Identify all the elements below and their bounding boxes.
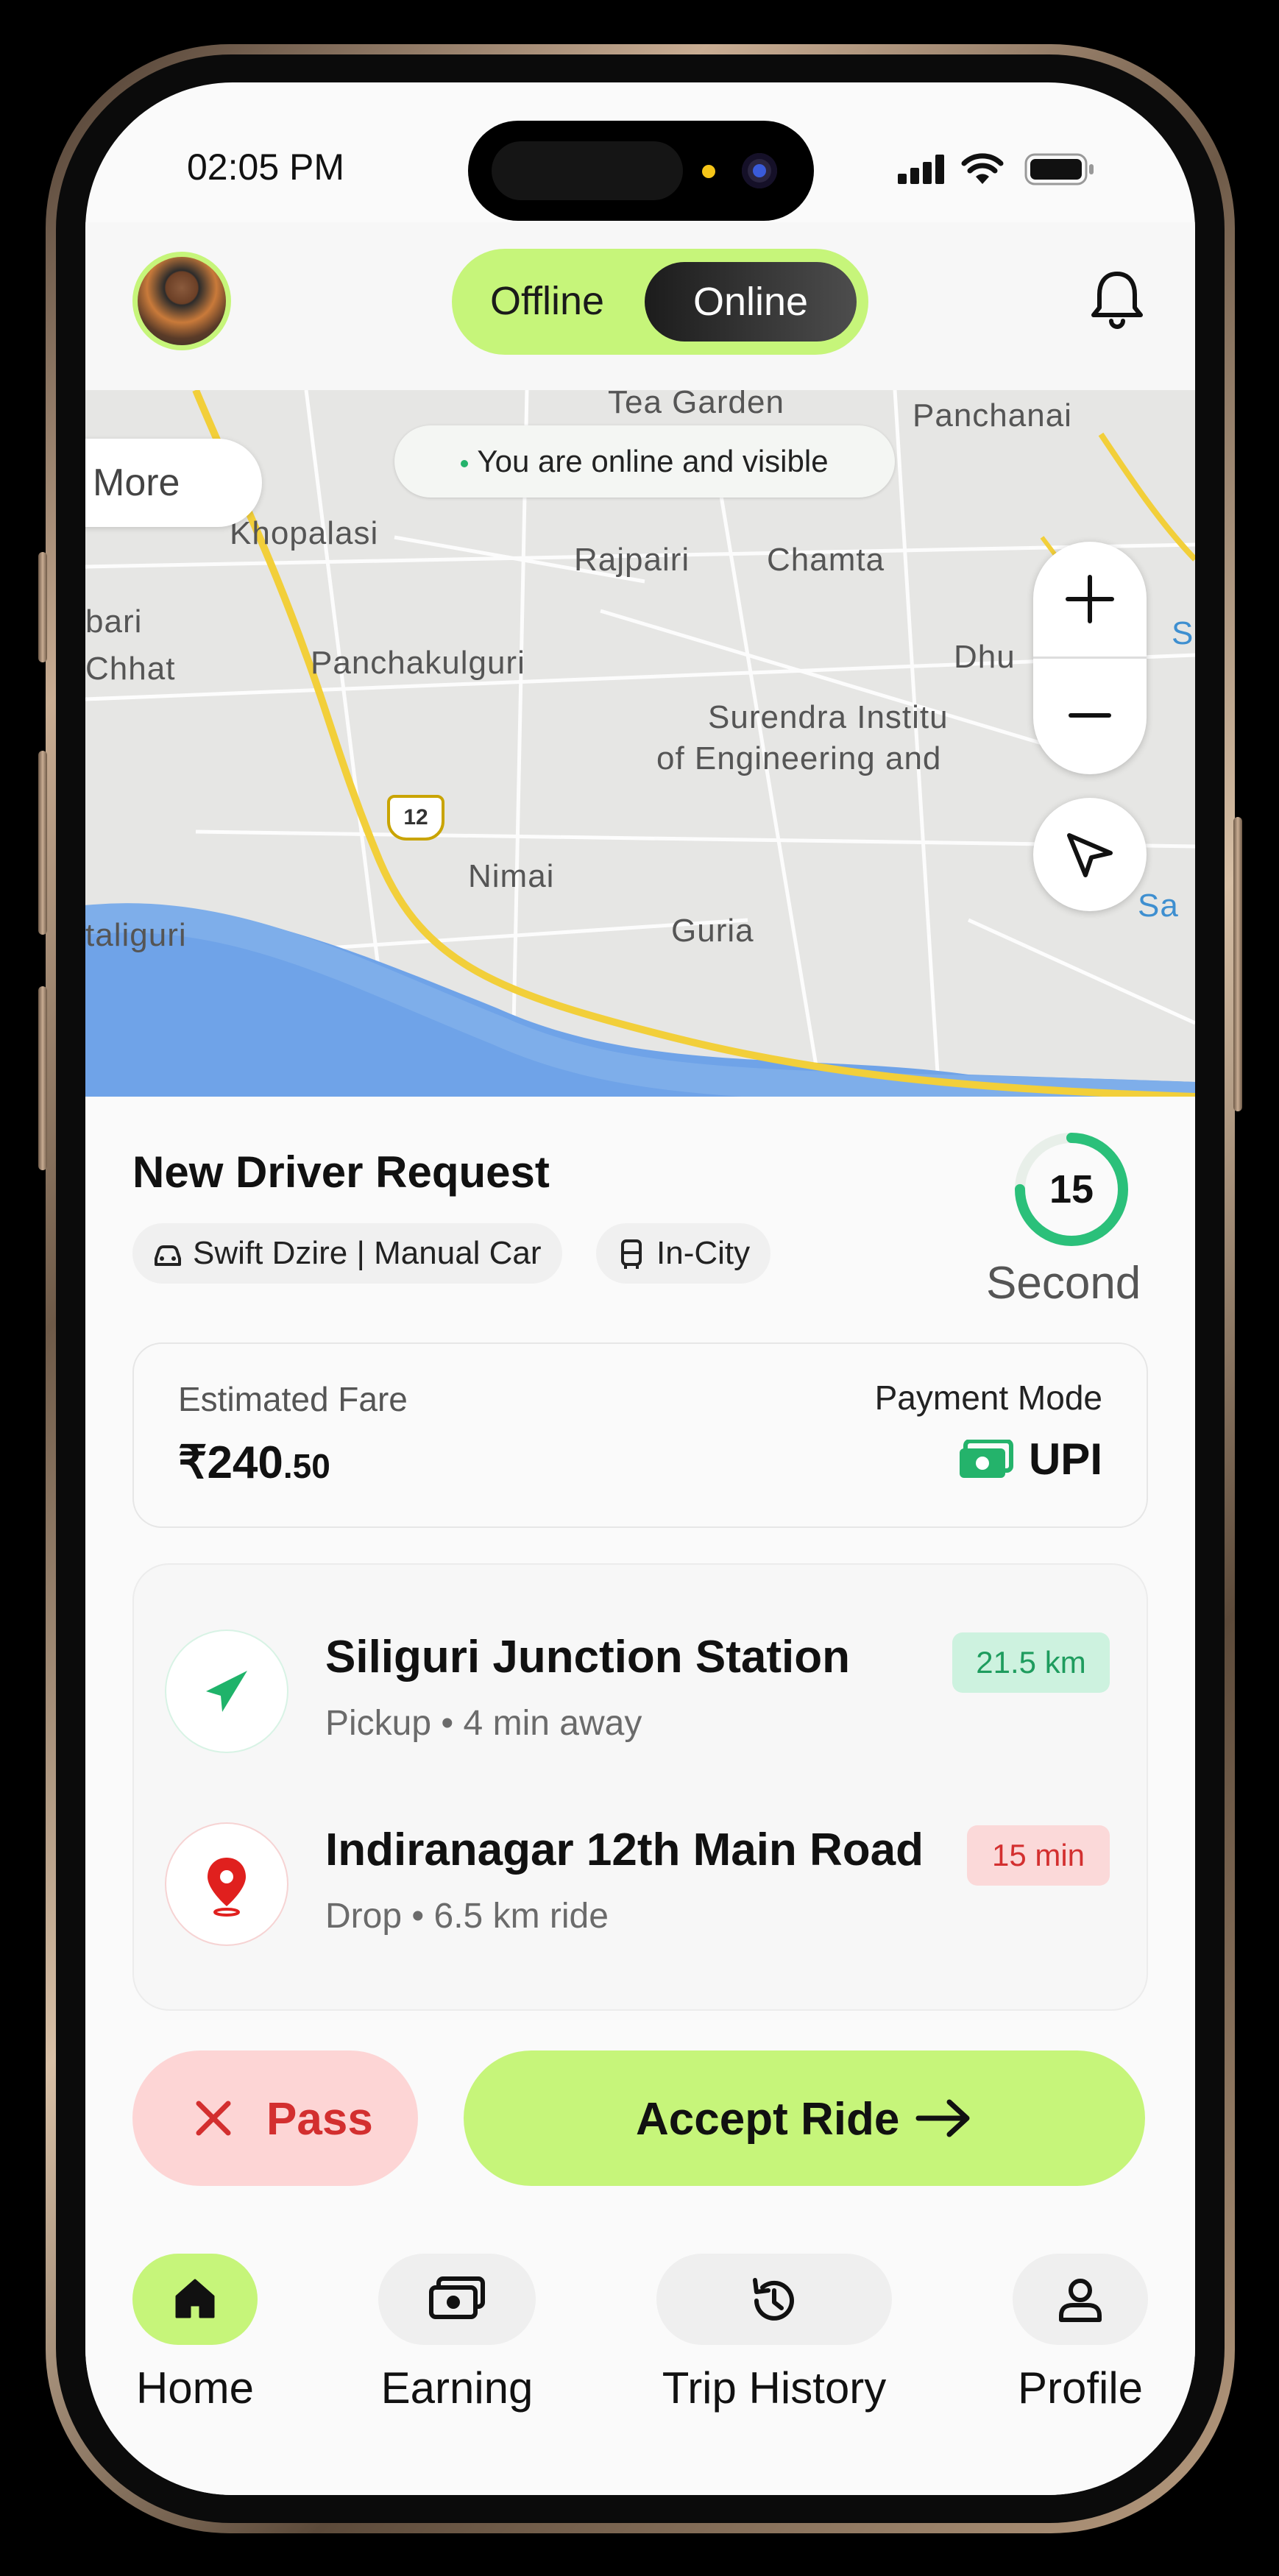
nav-label-profile[interactable]: Profile — [992, 2363, 1169, 2413]
map-label: Rajpairi — [574, 542, 690, 578]
signal-icon — [898, 155, 946, 184]
wifi-icon — [961, 153, 1004, 184]
side-button — [38, 751, 47, 935]
highway-shield: 12 — [387, 795, 444, 841]
map-label: Dhu — [954, 639, 1016, 675]
dynamic-island — [468, 121, 814, 221]
cash-icon — [960, 1440, 1013, 1478]
nav-item-profile[interactable] — [1013, 2254, 1148, 2345]
zoom-divider — [1033, 657, 1147, 659]
map-label: Chamta — [767, 542, 885, 578]
online-dot — [461, 459, 469, 467]
drop-pin-icon — [208, 1858, 246, 1917]
status-time: 02:05 PM — [187, 146, 345, 188]
close-icon — [196, 2101, 231, 2136]
car-chip-label: Swift Dzire | Manual Car — [193, 1235, 542, 1271]
map-label: taliguri — [85, 917, 187, 953]
navigation-arrow-icon — [1067, 833, 1113, 877]
payment-value: UPI — [1028, 1434, 1102, 1484]
phone-screen: 02:05 PM Offline Online Tea Garden Panch… — [85, 82, 1195, 2495]
zoom-in-icon[interactable] — [1063, 573, 1116, 626]
map-label: S — [1172, 615, 1194, 651]
pass-label: Pass — [266, 2094, 373, 2145]
nav-label-earning[interactable]: Earning — [350, 2363, 564, 2413]
payment-label: Payment Mode — [874, 1379, 1102, 1417]
map-label: Nimai — [468, 858, 555, 894]
online-toggle[interactable]: Offline Online — [452, 249, 868, 355]
pass-button[interactable]: Pass — [132, 2050, 418, 2186]
zoom-control — [1033, 542, 1147, 774]
home-icon — [175, 2279, 215, 2318]
nav-item-earning[interactable] — [378, 2254, 536, 2345]
nav-item-trip-history[interactable] — [656, 2254, 892, 2345]
car-icon — [155, 1245, 181, 1266]
profile-icon — [1059, 2279, 1102, 2322]
online-status-text: You are online and visible — [477, 444, 829, 478]
fare-amount: ₹240.50 — [178, 1435, 330, 1489]
arrow-right-icon — [915, 2099, 970, 2137]
fare-label: Estimated Fare — [178, 1380, 408, 1418]
side-button — [38, 552, 47, 662]
pickup-icon-wrap — [166, 1631, 287, 1752]
avatar[interactable] — [132, 252, 231, 350]
drop-name: Indiranagar 12th Main Road — [325, 1825, 924, 1875]
map-label: Surendra Institu — [708, 699, 949, 735]
side-button — [1233, 817, 1242, 1111]
map-label: Chhat — [85, 651, 176, 687]
accept-label: Accept Ride — [636, 2094, 900, 2145]
countdown-timer: 15 — [1015, 1133, 1128, 1246]
fare-card: Estimated Fare ₹240.50 Payment Mode UPI — [132, 1342, 1148, 1528]
route-card: Siliguri Junction Station Pickup • 4 min… — [132, 1563, 1148, 2011]
fare-amount-decimal: .50 — [283, 1447, 330, 1485]
car-chip: Swift Dzire | Manual Car — [132, 1223, 562, 1284]
pickup-arrow-icon — [206, 1671, 247, 1712]
map-label: Panchakulguri — [311, 645, 525, 681]
toggle-offline[interactable]: Offline — [490, 278, 604, 324]
zoom-out-icon[interactable] — [1063, 689, 1116, 742]
pickup-name: Siliguri Junction Station — [325, 1632, 850, 1682]
online-status-pill: You are online and visible — [394, 425, 895, 498]
map-label: Khopalasi — [230, 515, 379, 551]
nav-label-trip-history[interactable]: Trip History — [627, 2363, 921, 2413]
map-label: Guria — [671, 913, 754, 949]
battery-icon — [1024, 153, 1094, 185]
bell-icon[interactable] — [1083, 265, 1151, 333]
map-more-button[interactable]: More — [85, 439, 262, 527]
drop-detail: Drop • 6.5 km ride — [325, 1897, 609, 1936]
request-title: New Driver Request — [132, 1147, 550, 1197]
countdown-value: 15 — [1049, 1167, 1094, 1211]
nav-label-home[interactable]: Home — [110, 2363, 280, 2413]
map-label: bari — [85, 604, 143, 640]
map-label: Sa — [1138, 888, 1179, 924]
nav-item-home[interactable] — [132, 2254, 258, 2345]
accept-ride-button[interactable]: Accept Ride — [464, 2050, 1145, 2186]
side-button — [38, 986, 47, 1170]
history-icon — [753, 2278, 794, 2321]
countdown-unit: Second — [986, 1258, 1141, 1309]
pickup-detail: Pickup • 4 min away — [325, 1704, 642, 1743]
map-label: Tea Garden — [608, 390, 784, 420]
fare-amount-main: 240 — [207, 1437, 283, 1488]
map-label: of Engineering and — [656, 740, 942, 776]
trip-type-label: In-City — [656, 1235, 751, 1271]
map-label: Panchanai — [913, 397, 1072, 434]
recenter-button[interactable] — [1033, 798, 1147, 911]
drop-time-badge: 15 min — [967, 1825, 1110, 1886]
toggle-online[interactable]: Online — [645, 262, 857, 342]
wallet-icon — [429, 2276, 485, 2319]
drop-icon-wrap — [166, 1824, 287, 1945]
pickup-distance-badge: 21.5 km — [952, 1632, 1110, 1693]
city-bus-icon — [621, 1239, 642, 1269]
trip-type-chip: In-City — [596, 1223, 771, 1284]
fare-currency: ₹ — [178, 1437, 208, 1488]
